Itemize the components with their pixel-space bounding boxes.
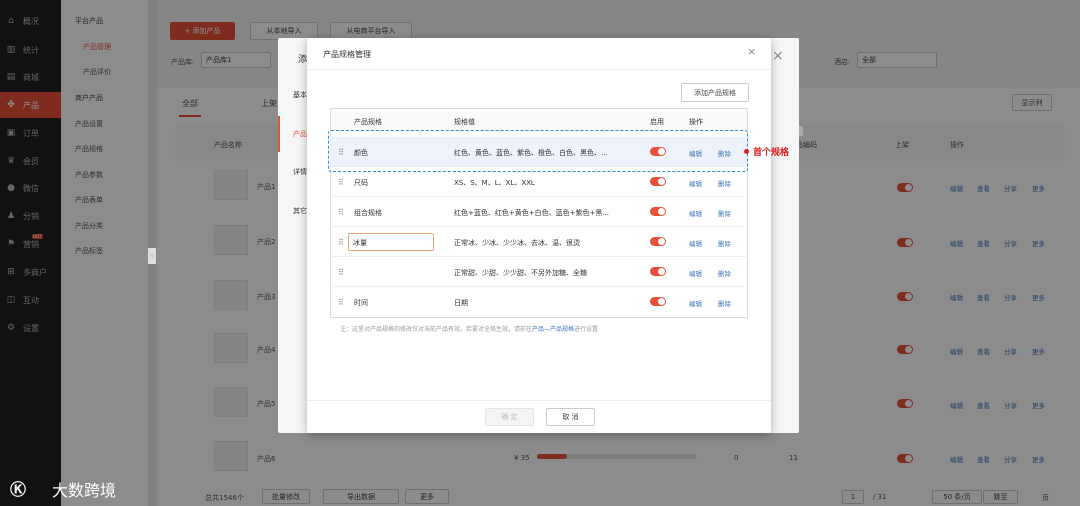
edit-link[interactable]: 编辑 <box>689 238 702 248</box>
edit-link[interactable]: 编辑 <box>689 208 702 218</box>
header-op: 操作 <box>689 118 703 126</box>
spec-table-header <box>331 109 747 131</box>
outer-close-icon[interactable]: × <box>772 48 784 64</box>
spec-row: ⠿ 时间 日期 编辑 删除 <box>330 287 748 317</box>
drag-handle-icon[interactable]: ⠿ <box>338 238 344 247</box>
enable-toggle[interactable] <box>650 267 666 276</box>
enable-toggle[interactable] <box>650 237 666 246</box>
drag-handle-icon[interactable]: ⠿ <box>338 268 344 277</box>
delete-link[interactable]: 删除 <box>718 178 731 188</box>
dialog-divider <box>307 69 771 70</box>
spec-values: 红色+蓝色、红色+黄色+白色、蓝色+紫色+黑... <box>454 209 610 217</box>
outer-dialog-title: 添 <box>298 55 308 65</box>
header-spec: 产品规格 <box>354 118 382 126</box>
spec-name: 时间 <box>354 299 368 307</box>
watermark-text: 大数跨境 <box>52 481 117 500</box>
edit-link[interactable]: 编辑 <box>689 178 702 188</box>
header-values: 规格值 <box>454 118 475 126</box>
outer-label-product[interactable]: 产品 <box>293 129 307 139</box>
outer-label-other[interactable]: 其它 <box>293 206 307 216</box>
annotation-dot <box>744 149 749 154</box>
delete-link[interactable]: 删除 <box>718 298 731 308</box>
drag-handle-icon[interactable]: ⠿ <box>338 208 344 217</box>
spec-values: 正常甜、少甜、少少甜、不另外加糖、全糖 <box>454 269 587 277</box>
header-enabled: 启用 <box>650 118 664 126</box>
outer-tab-indicator <box>278 116 280 152</box>
enable-toggle[interactable] <box>650 207 666 216</box>
annotation-label: 首个规格 <box>753 148 790 158</box>
delete-link[interactable]: 删除 <box>718 238 731 248</box>
spec-values: 正常冰、少冰、少少冰、去冰、温、很烫 <box>454 239 580 247</box>
drag-handle-icon[interactable]: ⠿ <box>338 178 344 187</box>
spec-name: 组合规格 <box>354 209 382 217</box>
watermark-logo: Ⓚ 大数跨境 <box>10 474 138 500</box>
spec-values: XS、S、M、L、XL、XXL <box>454 179 535 187</box>
delete-link[interactable]: 删除 <box>718 268 731 278</box>
spec-values: 日期 <box>454 299 468 307</box>
scrollbar[interactable] <box>799 126 803 136</box>
spec-row: ⠿ 正常甜、少甜、少少甜、不另外加糖、全糖 编辑 删除 <box>330 257 748 287</box>
confirm-button[interactable]: 确 定 <box>485 408 534 426</box>
spec-name: 尺码 <box>354 179 368 187</box>
spec-row: ⠿ 冰量 正常冰、少冰、少少冰、去冰、温、很烫 编辑 删除 <box>330 227 748 257</box>
outer-label-detail[interactable]: 详情 <box>293 167 307 177</box>
cancel-button[interactable]: 取 消 <box>546 408 595 426</box>
delete-link[interactable]: 删除 <box>718 208 731 218</box>
spec-manage-dialog: 产品规格管理 × 添加产品规格 产品规格 规格值 启用 操作 ⠿ 颜色 红色、黄… <box>307 38 803 433</box>
first-spec-highlight <box>328 130 748 172</box>
watermark-mark: Ⓚ <box>10 480 27 499</box>
collapse-arrow-icon[interactable]: ‹ <box>148 248 156 264</box>
spec-row: ⠿ 组合规格 红色+蓝色、红色+黄色+白色、蓝色+紫色+黑... 编辑 删除 <box>330 197 748 227</box>
note-link[interactable]: 产品—产品规格 <box>532 326 574 333</box>
dialog-note: 注：这里对产品规格的修改仅对当前产品有效。若要对全局生效，请前往产品—产品规格进… <box>340 326 599 333</box>
drag-handle-icon[interactable]: ⠿ <box>338 298 344 307</box>
spec-name-input[interactable]: 冰量 <box>348 233 434 251</box>
edit-link[interactable]: 编辑 <box>689 298 702 308</box>
enable-toggle[interactable] <box>650 177 666 186</box>
footer-divider <box>307 400 771 401</box>
edit-link[interactable]: 编辑 <box>689 268 702 278</box>
outer-label-basic[interactable]: 基本 <box>293 90 307 100</box>
add-spec-button[interactable]: 添加产品规格 <box>681 83 749 102</box>
enable-toggle[interactable] <box>650 297 666 306</box>
dialog-title: 产品规格管理 <box>323 50 371 59</box>
close-icon[interactable]: × <box>747 45 756 58</box>
